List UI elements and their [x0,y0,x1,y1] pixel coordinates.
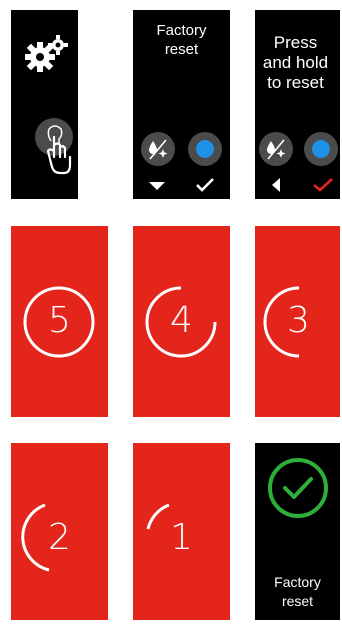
left-arrow-icon[interactable] [271,177,281,193]
press-hold-line3: to reset [267,73,324,92]
press-hold-screen: Press and hold to reset [255,10,340,199]
droplet-sparkle-button[interactable] [259,132,293,166]
gears-icon [24,35,68,73]
blue-dot-button[interactable] [304,132,338,166]
countdown-screen-2: 2 [11,443,108,620]
blue-dot [196,140,214,158]
success-check-icon [268,458,328,518]
droplet-sparkle-button[interactable] [141,132,175,166]
press-hold-line1: Press [273,33,318,52]
menu-title-line1: Factory [156,22,207,39]
settings-screen [11,10,78,199]
countdown-screen-1: 1 [133,443,230,620]
reset-complete-screen: Factory reset [255,443,340,620]
countdown-screen-4: 4 [133,226,230,417]
blue-dot [312,140,330,158]
press-hold-line2: and hold [262,53,329,72]
droplet-sparkle-icon [267,139,286,160]
countdown-number: 2 [48,517,71,558]
countdown-number: 1 [170,517,193,558]
countdown-number: 5 [48,300,71,341]
factory-reset-menu-screen: Factory reset [133,10,230,199]
menu-title-line2: reset [164,41,199,58]
blue-dot-button[interactable] [188,132,222,166]
done-line1: Factory [274,574,321,590]
countdown-number: 4 [170,300,193,341]
touch-hand-icon[interactable] [32,115,76,183]
red-checkmark-icon[interactable] [312,177,334,193]
droplet-sparkle-icon [149,139,168,160]
countdown-screen-3: 3 [255,226,340,417]
countdown-screen-5: 5 [11,226,108,417]
checkmark-icon[interactable] [195,177,215,193]
down-arrow-icon[interactable] [148,180,166,192]
countdown-number: 3 [287,300,310,341]
done-line2: reset [281,593,314,609]
